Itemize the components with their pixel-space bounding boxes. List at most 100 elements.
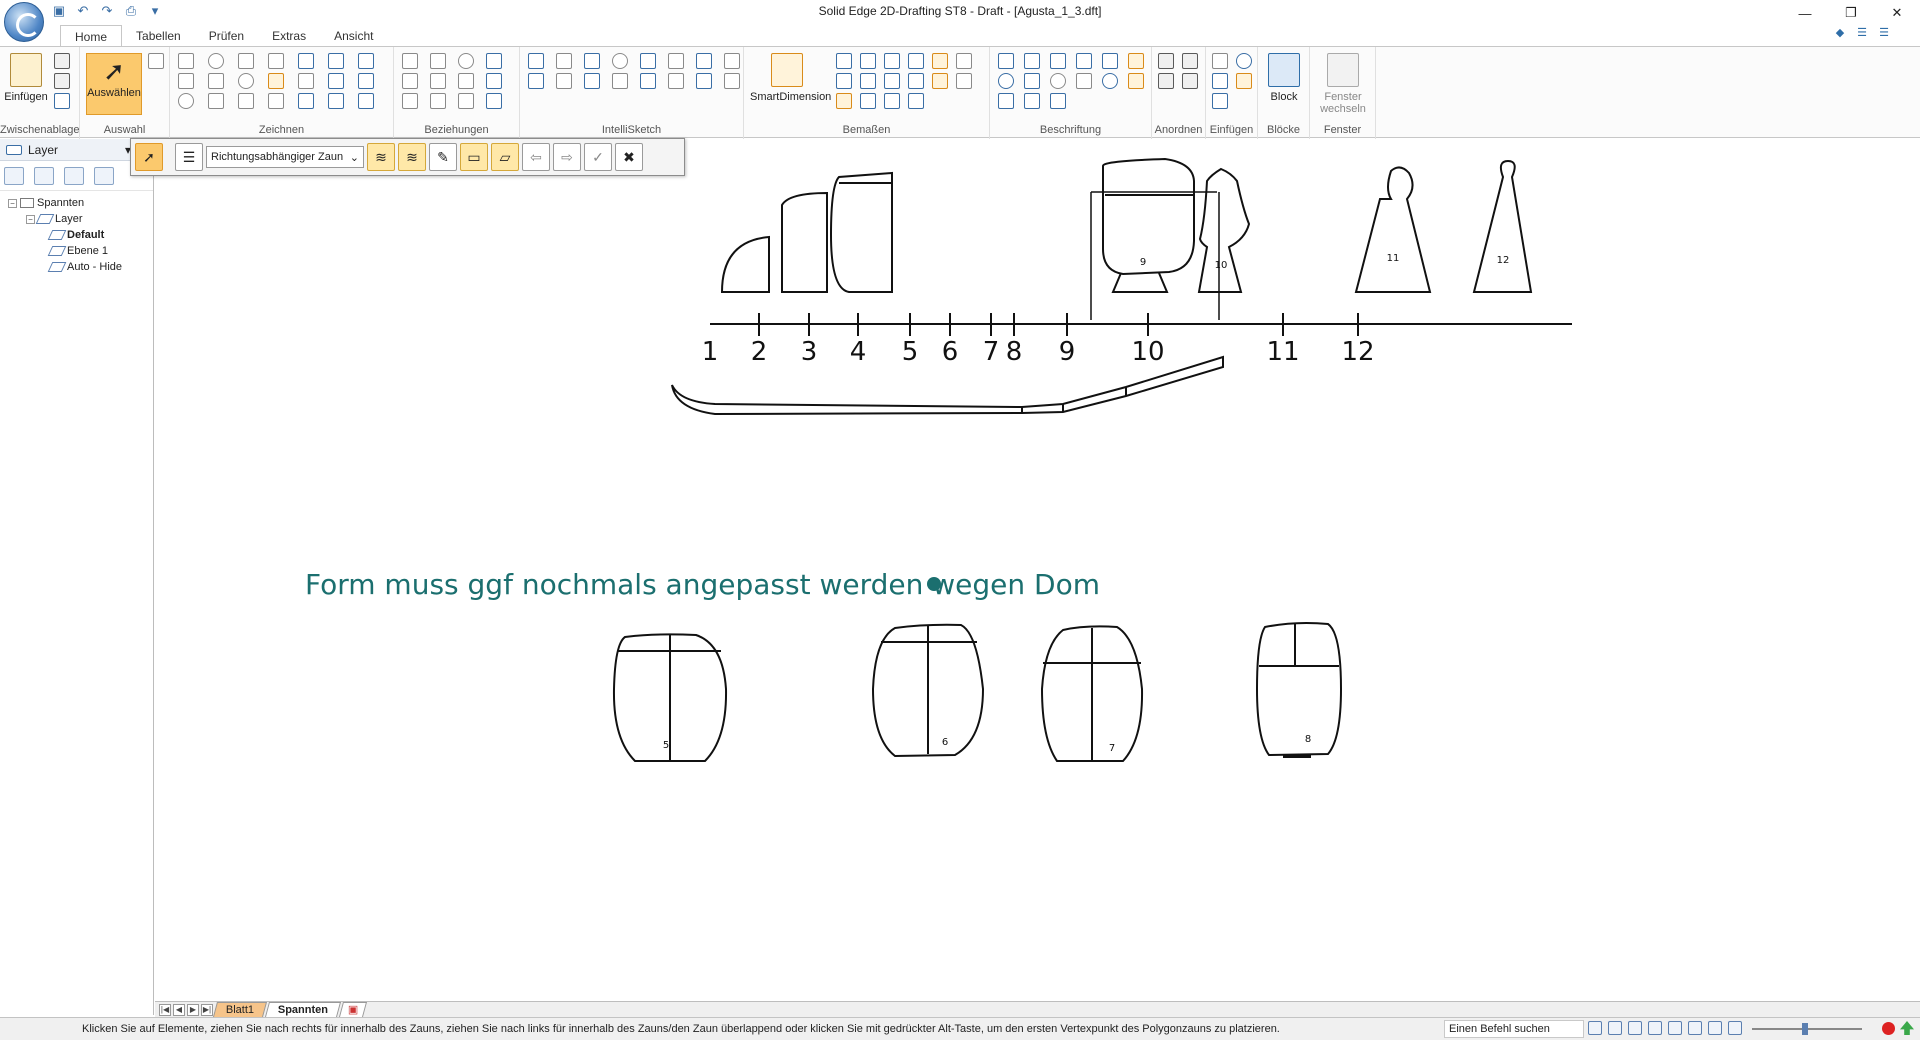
insert-image-icon[interactable]	[1212, 73, 1228, 89]
fence-rect-icon[interactable]: ▭	[460, 143, 488, 171]
symmetric-dim-icon[interactable]	[908, 53, 924, 69]
text-icon[interactable]	[1076, 73, 1092, 89]
intersection-icon[interactable]	[612, 73, 628, 89]
circle-icon[interactable]	[178, 93, 194, 109]
attach-dim-icon[interactable]	[956, 73, 972, 89]
tree-node-default[interactable]: Default	[0, 227, 153, 243]
section-profile-1[interactable]	[720, 235, 770, 293]
construction-icon[interactable]	[328, 73, 344, 89]
fill-icon[interactable]	[298, 53, 314, 69]
bring-front-icon[interactable]	[1158, 53, 1174, 69]
insert-object-icon[interactable]	[1236, 53, 1252, 69]
command-search-input[interactable]: Einen Befehl suchen	[1444, 1020, 1584, 1038]
move-icon[interactable]	[268, 73, 284, 89]
restore-button[interactable]: ❐	[1828, 0, 1874, 26]
design-note[interactable]: Form muss ggf nochmals angepasst werden …	[305, 568, 1100, 601]
forward-icon[interactable]: ⇨	[553, 143, 581, 171]
2d-view-icon[interactable]	[1708, 1021, 1722, 1035]
tree-node-root[interactable]: − Spannten	[0, 195, 153, 211]
section-profile-3[interactable]	[829, 171, 893, 293]
check-vertical-icon[interactable]	[696, 53, 712, 69]
tree-node-ebene1[interactable]: Ebene 1	[0, 243, 153, 259]
minimize-button[interactable]: —	[1782, 0, 1828, 26]
check-tangent-icon[interactable]	[640, 53, 656, 69]
offset-icon[interactable]	[268, 53, 284, 69]
symmetric-icon[interactable]	[486, 73, 502, 89]
hatch-icon[interactable]	[328, 53, 344, 69]
datum-frame-icon[interactable]	[1024, 93, 1040, 109]
new-layer-icon[interactable]	[4, 166, 24, 185]
tangent-snap-icon[interactable]	[668, 53, 684, 69]
lock-icon[interactable]	[486, 53, 502, 69]
arc-3pt-icon[interactable]	[208, 93, 224, 109]
smartdimension-button[interactable]: SmartDimension	[750, 53, 831, 103]
select-filter-icon[interactable]: ✎	[429, 143, 457, 171]
send-back-icon[interactable]	[1182, 53, 1198, 69]
arc-icon[interactable]	[208, 53, 224, 69]
next-sheet-icon[interactable]: ▶	[187, 1003, 199, 1016]
parallel-icon[interactable]	[430, 53, 446, 69]
midpoint-icon[interactable]	[556, 73, 572, 89]
retrieve-dim-icon[interactable]	[836, 93, 852, 109]
cancel-icon[interactable]: ✖	[615, 143, 643, 171]
drawing-canvas[interactable]: 1 2 3 4 5 6 7 8 9 10 11 12 9 10 11 12 Form muss ggf…	[155, 139, 1920, 1001]
center-line-icon[interactable]	[1102, 73, 1118, 89]
section-profile-11[interactable]	[1354, 166, 1432, 293]
zoom-slider-thumb[interactable]	[1802, 1023, 1808, 1035]
vertical-snap-icon[interactable]	[724, 53, 740, 69]
xy-icon[interactable]	[298, 93, 314, 109]
options-icon[interactable]: ☰	[175, 143, 203, 171]
last-sheet-icon[interactable]: ▶|	[201, 1003, 213, 1016]
curve-icon[interactable]	[208, 73, 224, 89]
stack-dim-icon[interactable]	[908, 73, 924, 89]
collapse-icon[interactable]: −	[8, 198, 17, 208]
scale-icon[interactable]	[328, 93, 344, 109]
layer-settings-icon[interactable]	[94, 166, 114, 185]
angle-dim-icon[interactable]	[860, 53, 876, 69]
leader-icon[interactable]	[998, 53, 1014, 69]
edge-condition-icon[interactable]	[1076, 53, 1092, 69]
select-similar-icon[interactable]: ≋	[398, 143, 426, 171]
connect-icon[interactable]	[402, 53, 418, 69]
center-mark-icon[interactable]	[1102, 53, 1118, 69]
tangent-icon[interactable]	[402, 93, 418, 109]
select-layer-icon[interactable]: ≋	[367, 143, 395, 171]
tab-extras[interactable]: Extras	[258, 25, 320, 47]
tree-node-autohide[interactable]: Auto - Hide	[0, 259, 153, 275]
tab-ansicht[interactable]: Ansicht	[320, 25, 387, 47]
first-sheet-icon[interactable]: |◀	[159, 1003, 171, 1016]
fit-icon[interactable]	[1648, 1021, 1662, 1035]
paste-button[interactable]: Einfügen	[4, 53, 48, 103]
check-perp-icon[interactable]	[696, 73, 712, 89]
intersect-icon[interactable]	[238, 93, 254, 109]
prev-sheet-icon[interactable]: ◀	[173, 1003, 185, 1016]
pan-icon[interactable]	[1668, 1021, 1682, 1035]
dim-style-icon[interactable]	[956, 53, 972, 69]
drawing-sheet[interactable]: 1 2 3 4 5 6 7 8 9 10 11 12 9 10 11 12 Form muss ggf…	[155, 139, 1920, 1001]
sheet-view-icon[interactable]	[1688, 1021, 1702, 1035]
sheet-tab-spannten[interactable]: Spannten	[265, 1002, 342, 1017]
check-midpoint-icon[interactable]	[528, 73, 544, 89]
activate-layer-icon[interactable]	[34, 166, 54, 185]
angular-coord-icon[interactable]	[836, 73, 852, 89]
callout-icon[interactable]	[1050, 53, 1066, 69]
bolt-hole-icon[interactable]	[1128, 53, 1144, 69]
check-angle-icon[interactable]	[640, 73, 656, 89]
endpoint-icon[interactable]	[556, 53, 572, 69]
horizontal-icon[interactable]	[458, 73, 474, 89]
copy-attr-icon[interactable]	[860, 93, 876, 109]
back-icon[interactable]: ⇦	[522, 143, 550, 171]
switch-window-button[interactable]: Fenster wechseln	[1314, 53, 1372, 115]
rectangle-icon[interactable]	[178, 73, 194, 89]
perpendicular-icon[interactable]	[402, 73, 418, 89]
equal-icon[interactable]	[430, 73, 446, 89]
close-button[interactable]: ✕	[1874, 0, 1920, 26]
baseline-dim-icon[interactable]	[932, 73, 948, 89]
selection-manager-icon[interactable]	[148, 53, 164, 69]
mirror-icon[interactable]	[358, 73, 374, 89]
weld-symbol-icon[interactable]	[1024, 73, 1040, 89]
section-profile-2[interactable]	[781, 191, 828, 293]
datum-target-icon[interactable]	[1050, 73, 1066, 89]
section-profile-12[interactable]	[1472, 159, 1533, 293]
distance-dim-icon[interactable]	[836, 53, 852, 69]
